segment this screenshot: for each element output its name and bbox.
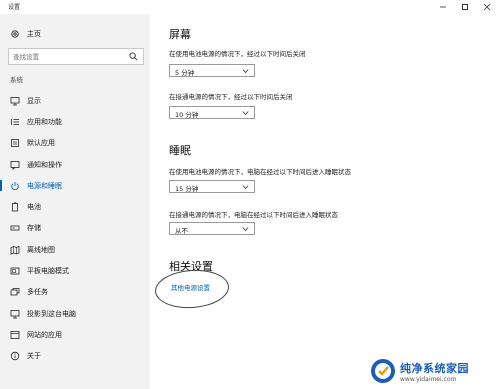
- chevron-down-icon: [242, 185, 249, 190]
- search-icon: [129, 52, 138, 61]
- sidebar-item-label: 通知和操作: [27, 160, 62, 169]
- sidebar-item-label: 显示: [27, 96, 41, 105]
- sidebar-nav: 显示 应用和功能 默认应用 通知和操作 电源和睡眠 电池 存储 离线地图 平板电…: [0, 90, 150, 367]
- sidebar: 主页 系统 显示 应用和功能 默认应用 通知和操作 电源和睡眠 电池: [0, 14, 150, 389]
- sidebar-item-default-apps[interactable]: 默认应用: [0, 133, 150, 154]
- notification-icon: [10, 160, 20, 170]
- search-box[interactable]: [8, 48, 144, 65]
- chevron-down-icon: [242, 69, 249, 74]
- search-input[interactable]: [13, 51, 125, 62]
- sidebar-item-label: 电源和睡眠: [27, 181, 62, 190]
- sidebar-item-notifications[interactable]: 通知和操作: [0, 154, 150, 175]
- watermark-url: www.yidaimei.com: [400, 375, 457, 383]
- chevron-down-icon: [242, 111, 249, 116]
- sidebar-item-label: 默认应用: [27, 139, 55, 148]
- dropdown-value: 10 分钟: [175, 111, 199, 119]
- close-icon: [483, 3, 491, 11]
- sleep-battery-label: 在使用电池电源的情况下，电脑在经过以下时间后进入睡眠状态: [169, 168, 351, 176]
- sleep-plugged-dropdown[interactable]: 从不: [169, 222, 255, 235]
- apps-list-icon: [10, 117, 20, 127]
- sidebar-item-display[interactable]: 显示: [0, 90, 150, 111]
- sidebar-item-battery[interactable]: 电池: [0, 196, 150, 217]
- sleep-plugged-label: 在接通电源的情况下，电脑在经过以下时间后进入睡眠状态: [169, 211, 338, 219]
- sidebar-item-label: 离线地图: [27, 245, 55, 254]
- group-label: 系统: [10, 76, 23, 84]
- multitasking-icon: [10, 287, 20, 297]
- watermark: 纯净系统家园 www.yidaimei.com: [370, 356, 498, 386]
- minimize-icon: [440, 6, 446, 8]
- sidebar-item-offline-maps[interactable]: 离线地图: [0, 239, 150, 260]
- sleep-heading: 睡眠: [169, 144, 191, 157]
- project-icon: [10, 309, 20, 319]
- power-icon: [10, 181, 20, 191]
- sidebar-item-project[interactable]: 投影到这台电脑: [0, 303, 150, 324]
- watermark-name: 纯净系统家园: [400, 361, 469, 375]
- gear-icon: [10, 29, 20, 39]
- sidebar-item-apps-features[interactable]: 应用和功能: [0, 111, 150, 132]
- site-logo-icon: [371, 359, 395, 383]
- sidebar-item-apps-for-websites[interactable]: 网站的应用: [0, 324, 150, 345]
- home-nav-item[interactable]: 主页: [10, 28, 41, 40]
- sidebar-item-storage[interactable]: 存储: [0, 218, 150, 239]
- minimize-button[interactable]: [432, 1, 454, 13]
- default-apps-icon: [10, 138, 20, 148]
- maximize-button[interactable]: [454, 1, 476, 13]
- dropdown-value: 15 分钟: [175, 185, 199, 193]
- main-content: 屏幕 在使用电池电源的情况下，经过以下时间后关闭 5 分钟 在接通电源的情况下，…: [150, 14, 500, 389]
- sidebar-item-label: 多任务: [27, 288, 48, 297]
- dropdown-value: 从不: [175, 227, 188, 235]
- screen-heading: 屏幕: [169, 28, 191, 41]
- sidebar-item-label: 网站的应用: [27, 330, 62, 339]
- sidebar-item-label: 电池: [27, 203, 41, 212]
- battery-icon: [10, 202, 20, 212]
- title-bar: 设置: [0, 0, 500, 14]
- screen-plugged-label: 在接通电源的情况下，经过以下时间后关闭: [169, 93, 293, 101]
- sidebar-item-tablet-mode[interactable]: 平板电脑模式: [0, 260, 150, 281]
- home-label: 主页: [27, 30, 41, 38]
- apps-for-websites-icon: [10, 330, 20, 340]
- screen-battery-label: 在使用电池电源的情况下，经过以下时间后关闭: [169, 50, 306, 58]
- window-title: 设置: [8, 4, 21, 11]
- screen-plugged-dropdown[interactable]: 10 分钟: [169, 106, 255, 119]
- dropdown-value: 5 分钟: [175, 69, 195, 77]
- screen-battery-dropdown[interactable]: 5 分钟: [169, 64, 255, 77]
- sleep-battery-dropdown[interactable]: 15 分钟: [169, 180, 255, 193]
- maximize-icon: [462, 4, 468, 10]
- tablet-mode-icon: [10, 266, 20, 276]
- chevron-down-icon: [242, 227, 249, 232]
- sidebar-item-label: 投影到这台电脑: [27, 309, 76, 318]
- sidebar-item-label: 存储: [27, 224, 41, 233]
- monitor-icon: [10, 96, 20, 106]
- additional-power-settings-link[interactable]: 其他电源设置: [171, 282, 210, 292]
- storage-icon: [10, 223, 20, 233]
- sidebar-item-label: 平板电脑模式: [27, 267, 69, 276]
- sidebar-item-about[interactable]: 关于: [0, 346, 150, 367]
- info-icon: [10, 351, 20, 361]
- sidebar-item-label: 关于: [27, 352, 41, 361]
- offline-maps-icon: [10, 245, 20, 255]
- sidebar-item-multitasking[interactable]: 多任务: [0, 282, 150, 303]
- sidebar-item-label: 应用和功能: [27, 117, 62, 126]
- sidebar-item-power-sleep[interactable]: 电源和睡眠: [0, 175, 150, 196]
- close-button[interactable]: [476, 1, 498, 13]
